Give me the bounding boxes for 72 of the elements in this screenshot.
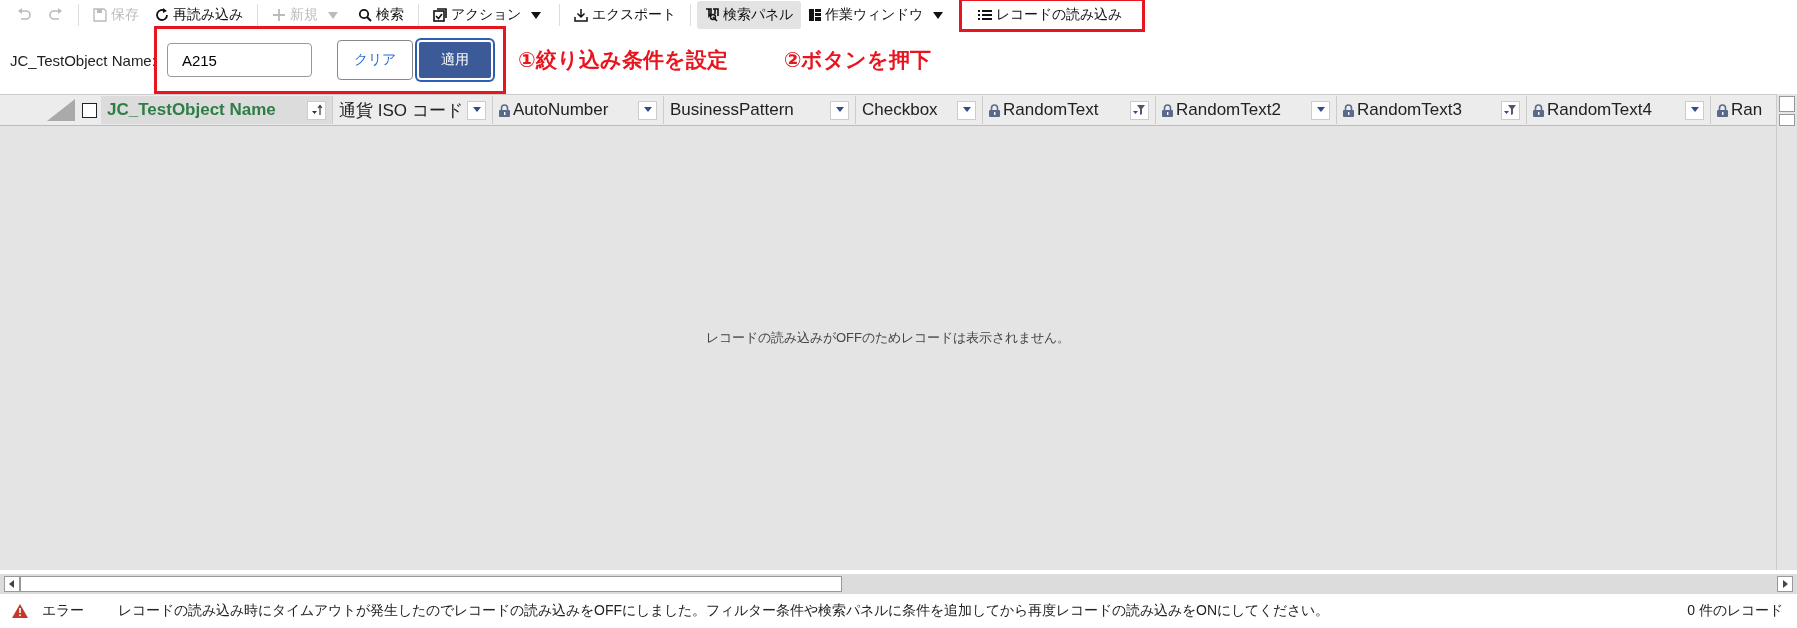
column-title: BusinessPattern: [670, 100, 795, 120]
column-title: RandomText3: [1357, 100, 1463, 120]
column-title: RandomText2: [1176, 100, 1282, 120]
vertical-scrollbar[interactable]: [1776, 94, 1797, 570]
column-header[interactable]: RandomText3: [1337, 96, 1527, 124]
dropdown-icon[interactable]: [957, 100, 976, 120]
sort-icon[interactable]: [307, 100, 326, 120]
reload-icon: [155, 8, 169, 22]
column-header[interactable]: RandomText4: [1527, 96, 1711, 124]
annotation-text: ①絞り込み条件を設定: [517, 47, 728, 73]
column-title: RandomText: [1003, 100, 1100, 120]
checked-window-icon: [433, 8, 447, 22]
annotation-text: ②ボタンを押下: [783, 47, 932, 73]
lock-icon: [499, 103, 510, 117]
column-title: JC_TestObject Name: [107, 100, 277, 120]
dropdown-icon[interactable]: [830, 100, 849, 120]
toolbar-button[interactable]: レコードの読み込み: [970, 1, 1130, 29]
record-count: 0 件のレコード: [1687, 602, 1783, 620]
column-header[interactable]: JC_TestObject Name: [101, 96, 333, 124]
dropdown-icon[interactable]: [1311, 100, 1330, 120]
toolbar-button[interactable]: 検索: [350, 1, 412, 29]
scroll-left-icon[interactable]: [4, 576, 20, 592]
clear-button[interactable]: クリア: [336, 40, 413, 80]
search-field[interactable]: A215: [166, 43, 312, 77]
field-label: JC_TestObject Name:: [10, 51, 156, 69]
status-level: エラー: [42, 602, 84, 620]
column-header[interactable]: Checkbox: [856, 96, 983, 124]
toolbar-button[interactable]: 再読み込み: [147, 1, 251, 29]
column-header[interactable]: BusinessPattern: [664, 96, 856, 124]
undo-icon: [16, 7, 32, 23]
column-title: RandomText4: [1547, 100, 1653, 120]
redo-icon: [48, 7, 64, 23]
lock-icon: [1162, 103, 1173, 117]
lock-icon: [1717, 103, 1728, 117]
scrollbar-thumb[interactable]: [1779, 114, 1795, 126]
scrollbar-thumb[interactable]: [20, 576, 842, 592]
horizontal-scrollbar[interactable]: [0, 574, 1797, 594]
apply-button[interactable]: 適用: [416, 40, 493, 80]
columns-icon: [809, 8, 821, 22]
column-header[interactable]: AutoNumber: [493, 96, 664, 124]
column-title: 通貨 ISO コード: [339, 99, 463, 122]
column-title: Ran: [1731, 100, 1764, 120]
plus-icon: [272, 8, 286, 22]
search-icon: [358, 8, 372, 22]
toolbar-button[interactable]: 作業ウィンドウ: [801, 1, 931, 29]
filter-icon[interactable]: [1501, 100, 1520, 120]
toolbar-button[interactable]: 検索パネル: [697, 1, 801, 29]
scroll-right-icon[interactable]: [1777, 576, 1793, 592]
scroll-up-icon[interactable]: [1779, 96, 1795, 112]
filter-panel-icon: [705, 8, 719, 22]
select-all-checkbox[interactable]: [82, 102, 97, 118]
lock-icon: [989, 103, 1000, 117]
status-message: レコードの読み込み時にタイムアウトが発生したのでレコードの読み込みをOFFにしました。フィルター条件や検索パネルに条件を追加してから再度レコードの読み込みをONにしてください。: [118, 602, 1330, 620]
column-title: AutoNumber: [513, 100, 610, 120]
lock-icon: [1343, 103, 1354, 117]
download-icon: [574, 8, 588, 22]
warning-icon: [12, 604, 28, 618]
toolbar-button[interactable]: エクスポート: [566, 1, 684, 29]
column-title: Checkbox: [862, 100, 939, 120]
list-icon: [978, 9, 992, 21]
toolbar-button[interactable]: アクション: [425, 1, 529, 29]
lock-icon: [1533, 103, 1544, 117]
save-icon: [93, 8, 107, 22]
dropdown-icon[interactable]: [1685, 100, 1704, 120]
filter-icon[interactable]: [1130, 100, 1149, 120]
corner-triangle-icon: [47, 99, 75, 121]
column-header[interactable]: RandomText2: [1156, 96, 1337, 124]
column-header[interactable]: RandomText: [983, 96, 1156, 124]
empty-message: レコードの読み込みがOFFのためレコードは表示されません。: [706, 329, 1070, 347]
dropdown-icon[interactable]: [467, 100, 486, 120]
column-header[interactable]: 通貨 ISO コード: [333, 96, 493, 124]
dropdown-icon[interactable]: [638, 100, 657, 120]
